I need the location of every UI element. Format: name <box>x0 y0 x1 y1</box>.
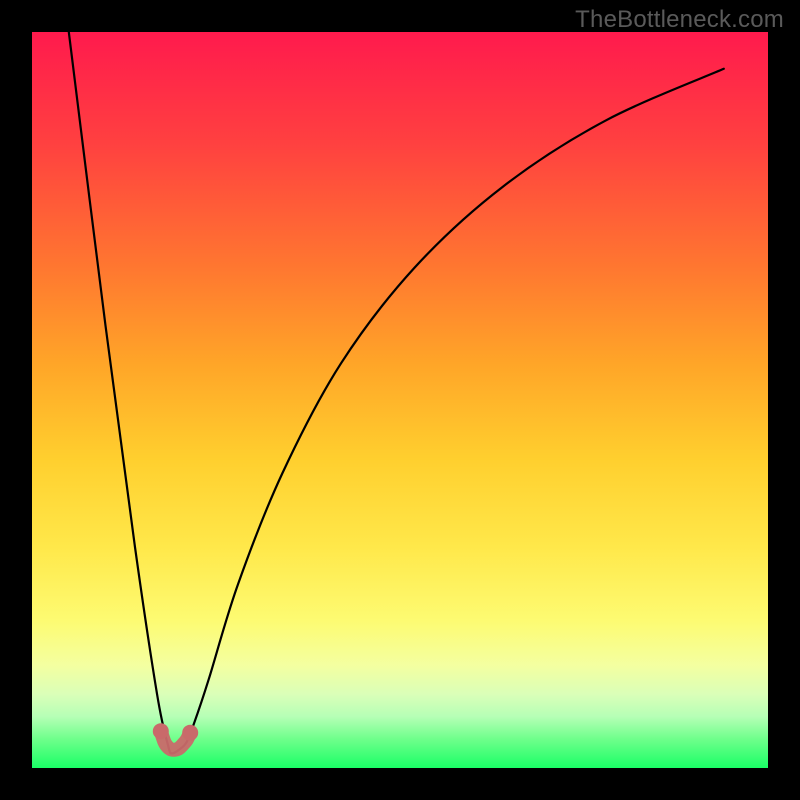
curve-layer <box>32 32 768 768</box>
minimum-band-endpoint <box>153 723 169 739</box>
chart-frame: TheBottleneck.com <box>0 0 800 800</box>
minimum-band-endpoint <box>182 725 198 741</box>
bottleneck-curve-path <box>69 32 724 753</box>
minimum-marker-band <box>153 723 198 750</box>
plot-area <box>32 32 768 768</box>
watermark-text: TheBottleneck.com <box>575 6 784 34</box>
